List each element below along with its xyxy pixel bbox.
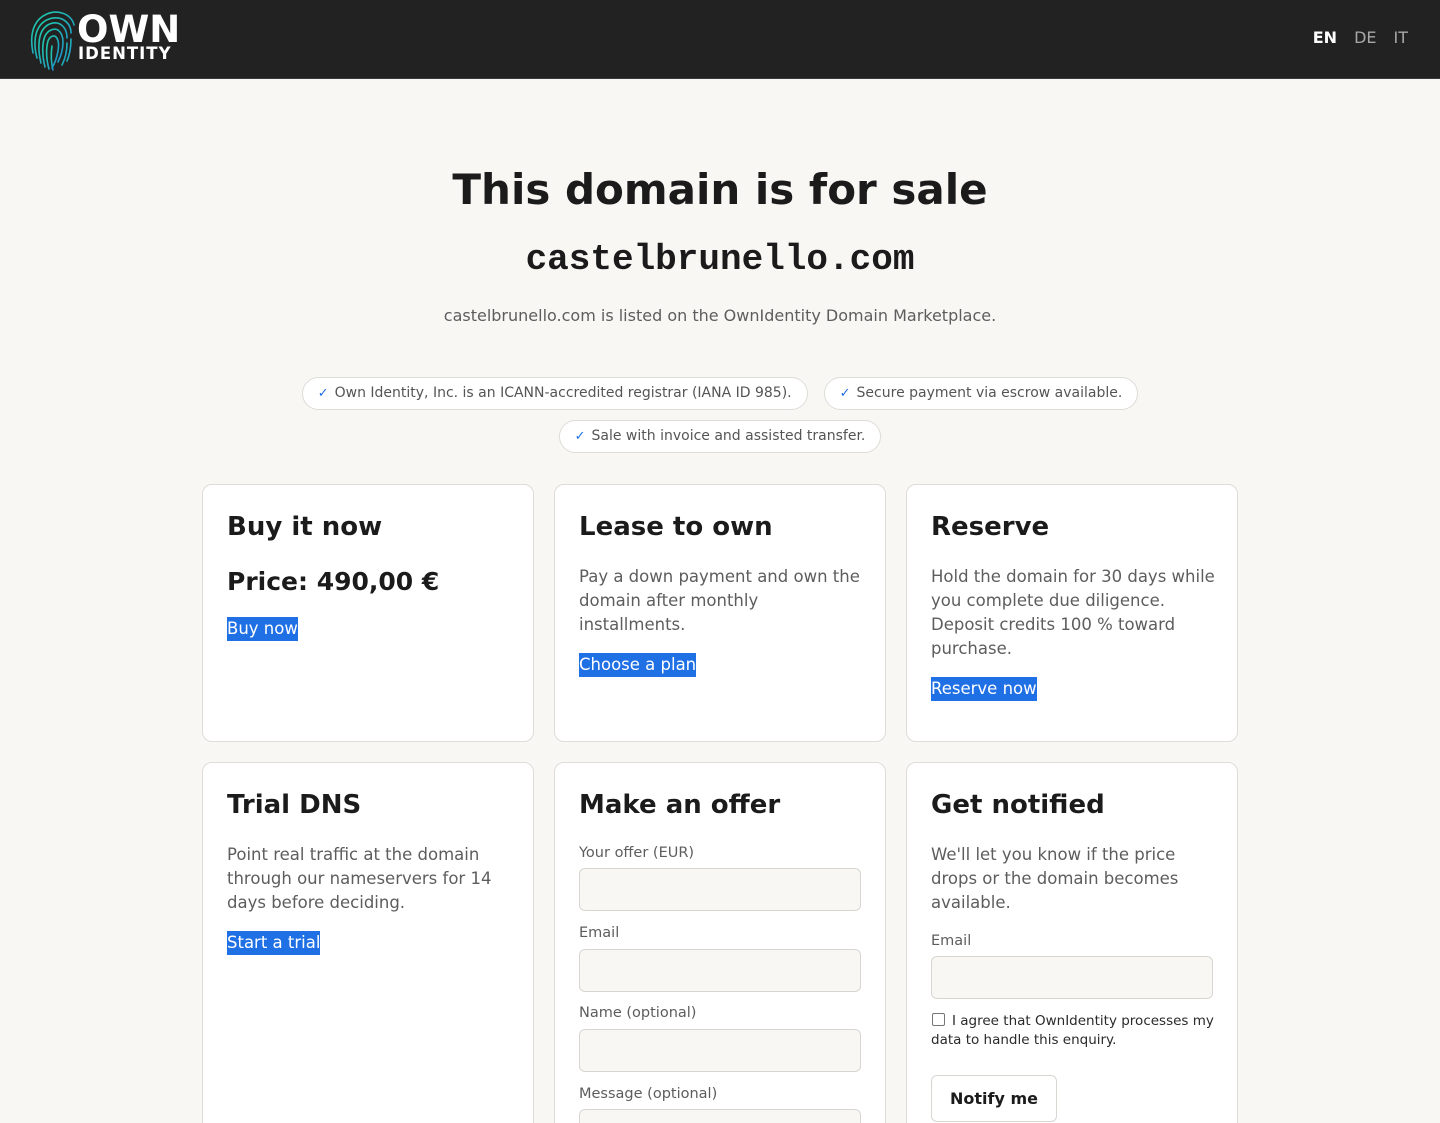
card-description: Point real traffic at the domain through…	[227, 845, 492, 912]
card-make-an-offer: Make an offer Your offer (EUR) Email Nam…	[554, 762, 886, 1123]
lang-de[interactable]: DE	[1354, 28, 1376, 48]
consent-row: I agree that OwnIdentity processes my da…	[931, 1012, 1217, 1050]
card-title: Lease to own	[579, 512, 773, 542]
trust-badge-text: Own Identity, Inc. is an ICANN-accredite…	[334, 385, 792, 401]
email-input[interactable]	[579, 949, 861, 992]
card-reserve: Reserve Hold the domain for 30 days whil…	[906, 484, 1238, 742]
card-description: Hold the domain for 30 days while you co…	[931, 567, 1215, 658]
card-title: Trial DNS	[227, 790, 362, 820]
message-input[interactable]	[579, 1109, 861, 1123]
consent-checkbox[interactable]	[932, 1013, 945, 1026]
logo-text-identity: IDENTITY	[78, 44, 172, 63]
trust-badge: ✓ Secure payment via escrow available.	[823, 377, 1139, 410]
name-label: Name (optional)	[579, 1005, 697, 1021]
trust-badge: ✓ Own Identity, Inc. is an ICANN-accredi…	[301, 377, 808, 410]
card-title: Buy it now	[227, 512, 383, 542]
email-label: Email	[579, 925, 620, 941]
reserve-now-button[interactable]: Reserve now	[931, 677, 1037, 701]
choose-plan-button[interactable]: Choose a plan	[579, 653, 697, 677]
notify-me-button[interactable]: Notify me	[931, 1075, 1057, 1122]
card-description: We'll let you know if the price drops or…	[931, 845, 1179, 912]
start-trial-button[interactable]: Start a trial	[227, 931, 321, 955]
check-icon: ✓	[574, 429, 586, 444]
card-description: Pay a down payment and own the domain af…	[579, 567, 860, 634]
name-input[interactable]	[579, 1029, 861, 1072]
top-bar: OWN IDENTITY EN DE IT	[0, 0, 1440, 79]
lang-en[interactable]: EN	[1313, 28, 1337, 48]
check-icon: ✓	[317, 386, 329, 401]
notify-email-input[interactable]	[931, 956, 1213, 999]
check-icon: ✓	[839, 386, 851, 401]
card-title: Get notified	[931, 790, 1105, 820]
notify-email-label: Email	[931, 933, 972, 949]
trust-badge-text: Secure payment via escrow available.	[856, 385, 1123, 401]
fingerprint-icon	[30, 11, 75, 71]
lang-it[interactable]: IT	[1394, 28, 1409, 48]
card-get-notified: Get notified We'll let you know if the p…	[906, 762, 1238, 1123]
domain-name: castelbrunello.com	[525, 239, 915, 280]
offer-input[interactable]	[579, 868, 861, 911]
card-trial-dns: Trial DNS Point real traffic at the doma…	[202, 762, 534, 1123]
trust-badge: ✓ Sale with invoice and assisted transfe…	[558, 420, 882, 453]
card-buy-it-now: Buy it now Price: 490,00 € Buy now	[202, 484, 534, 742]
own-identity-logo[interactable]: OWN IDENTITY	[30, 9, 180, 71]
card-title: Make an offer	[579, 790, 781, 820]
trust-badges: ✓ Own Identity, Inc. is an ICANN-accredi…	[300, 377, 1140, 453]
card-title: Reserve	[931, 512, 1050, 542]
card-lease-to-own: Lease to own Pay a down payment and own …	[554, 484, 886, 742]
offer-label: Your offer (EUR)	[579, 845, 695, 861]
message-label: Message (optional)	[579, 1086, 718, 1102]
page-title: This domain is for sale	[452, 165, 988, 214]
listing-subtitle: castelbrunello.com is listed on the OwnI…	[443, 306, 997, 325]
buy-now-button[interactable]: Buy now	[227, 617, 298, 641]
consent-text: I agree that OwnIdentity processes my da…	[931, 1013, 1214, 1048]
trust-badge-text: Sale with invoice and assisted transfer.	[591, 428, 866, 444]
language-switcher: EN DE IT	[1296, 28, 1408, 48]
price: Price: 490,00 €	[227, 567, 440, 596]
